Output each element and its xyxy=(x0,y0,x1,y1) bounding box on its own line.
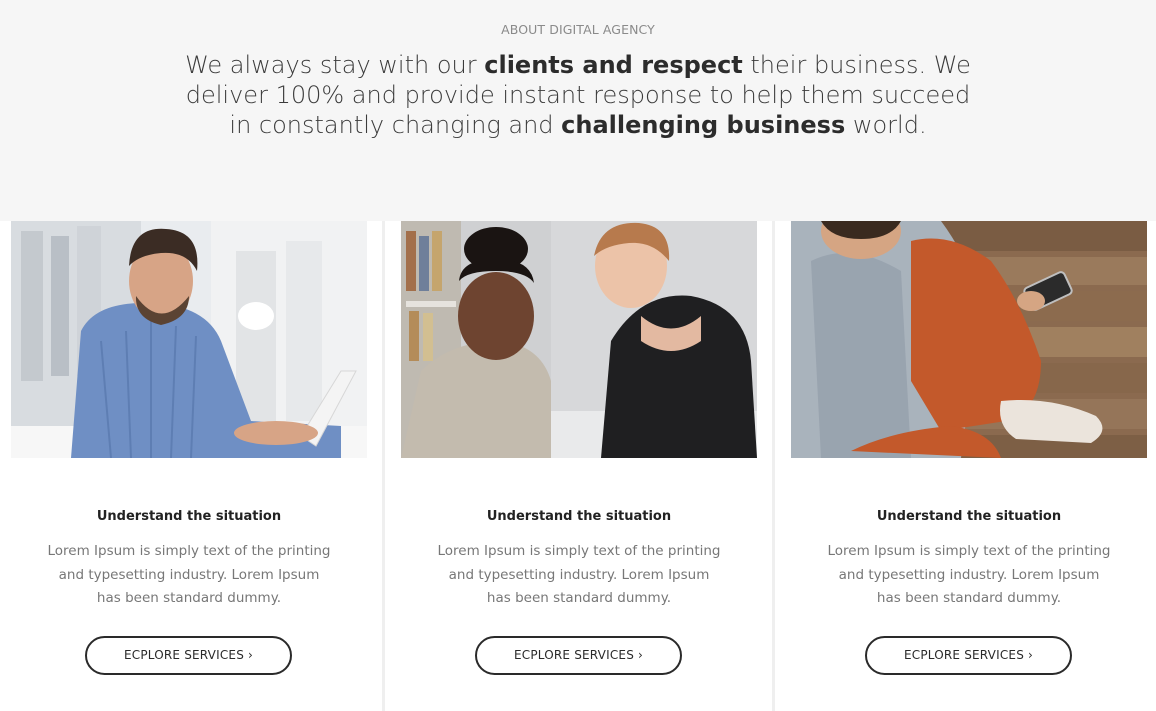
headline-emphasis: challenging business xyxy=(561,111,846,139)
button-label: ECPLORE SERVICES xyxy=(123,648,245,662)
headline-text: world. xyxy=(845,111,927,139)
card-description: Lorem Ipsum is simply text of the printi… xyxy=(827,543,1111,606)
button-label: ECPLORE SERVICES xyxy=(513,648,635,662)
card-title: Understand the situation xyxy=(486,509,672,524)
column-divider xyxy=(772,221,775,711)
section-eyebrow: ABOUT DIGITAL AGENCY xyxy=(501,22,655,37)
card-title: Understand the situation xyxy=(876,509,1062,524)
man-sitting-with-phone-photo xyxy=(791,221,1147,458)
chevron-right-icon: › xyxy=(248,648,254,662)
two-women-looking-down-photo xyxy=(401,221,757,458)
page: ABOUT DIGITAL AGENCY We always stay with… xyxy=(0,0,1156,711)
explore-services-button[interactable]: ECPLORE SERVICES › xyxy=(475,636,682,675)
chevron-right-icon: › xyxy=(638,648,644,662)
headline-text: We always stay with our xyxy=(185,51,485,79)
service-card: Understand the situation Lorem Ipsum is … xyxy=(11,221,367,711)
man-typing-laptop-photo xyxy=(11,221,367,458)
explore-services-button[interactable]: ECPLORE SERVICES › xyxy=(865,636,1072,675)
card-title: Understand the situation xyxy=(96,509,282,524)
chevron-right-icon: › xyxy=(1028,648,1034,662)
column-divider xyxy=(382,221,385,711)
card-description: Lorem Ipsum is simply text of the printi… xyxy=(47,543,331,606)
card-description: Lorem Ipsum is simply text of the printi… xyxy=(437,543,721,606)
service-card: Understand the situation Lorem Ipsum is … xyxy=(791,221,1147,711)
headline-emphasis: clients and respect xyxy=(484,51,743,79)
about-section: ABOUT DIGITAL AGENCY We always stay with… xyxy=(0,0,1156,221)
about-headline: We always stay with our clients and resp… xyxy=(175,50,981,140)
service-card: Understand the situation Lorem Ipsum is … xyxy=(401,221,757,711)
explore-services-button[interactable]: ECPLORE SERVICES › xyxy=(85,636,292,675)
button-label: ECPLORE SERVICES xyxy=(903,648,1025,662)
